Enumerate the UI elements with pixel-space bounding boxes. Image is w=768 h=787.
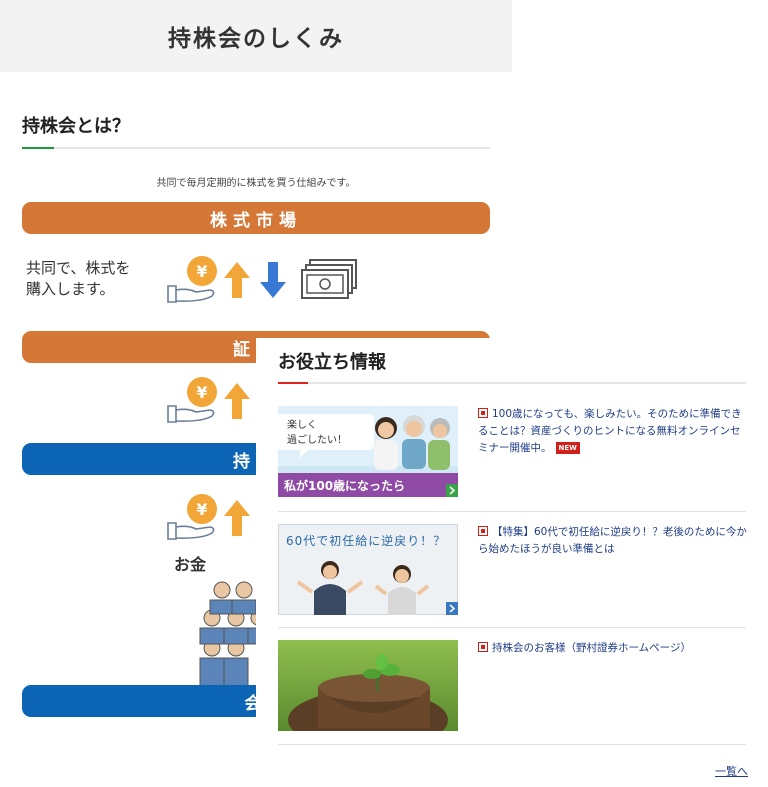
arrow-up-icon — [224, 262, 250, 298]
arrow-down-icon — [260, 262, 286, 298]
seminar-thumbnail[interactable]: 楽しく 過ごしたい！ 私が100歳になったら — [278, 406, 458, 497]
useful-info-divider — [278, 382, 746, 384]
flow-description: 共同で、株式を 購入します。 — [26, 258, 130, 300]
item-divider — [278, 744, 746, 745]
hand-icon — [167, 405, 215, 423]
page-title: 持株会のしくみ — [168, 26, 344, 52]
money-label: お金 — [174, 555, 207, 574]
arrow-up-icon — [224, 500, 250, 536]
thumb-bubble-line2: 過ごしたい！ — [287, 435, 347, 446]
info-link[interactable]: 100歳になっても、楽しみたい。そのために準備できることは？資産づくりのヒントに… — [478, 406, 748, 457]
external-link-icon — [478, 526, 488, 536]
arrow-up-icon — [224, 383, 250, 419]
useful-info-title: お役立ち情報 — [278, 352, 386, 373]
page-header: 持株会のしくみ — [0, 0, 512, 72]
view-all-link[interactable]: 一覧へ — [715, 763, 748, 779]
flow-description-line2: 購入します。 — [26, 280, 115, 298]
info-link-text[interactable]: 100歳になっても、楽しみたい。そのために準備できることは？資産づくりのヒントに… — [478, 408, 742, 454]
new-badge: NEW — [555, 442, 580, 454]
feature-thumbnail[interactable]: 60代で初任給に逆戻り！？ — [278, 524, 458, 615]
info-item[interactable]: 60代で初任給に逆戻り！？ 【特集】60代で初任給に逆戻り！？老後のために今から… — [278, 524, 748, 615]
thumb-caption: 60代で初任給に逆戻り！？ — [286, 534, 447, 548]
flow-description-line1: 共同で、株式を — [26, 259, 131, 277]
info-item[interactable]: 楽しく 過ごしたい！ 私が100歳になったら 100歳になっても、楽しみたい。そ… — [278, 406, 746, 497]
hand-icon — [167, 285, 215, 303]
thumb-bubble-line1: 楽しく — [287, 420, 317, 431]
stock-certificate-icon — [301, 259, 357, 299]
external-link-icon — [478, 408, 488, 418]
external-link-icon — [478, 642, 488, 652]
thumb-banner: 私が100歳になったら — [284, 479, 406, 493]
info-link-text[interactable]: 【特集】60代で初任給に逆戻り！？老後のために今から始めたほうが良い準備とは — [478, 526, 747, 555]
info-link-text[interactable]: 持株会のお客様（野村證券ホームページ） — [492, 642, 691, 654]
hand-icon — [167, 522, 215, 540]
info-link[interactable]: 持株会のお客様（野村證券ホームページ） — [478, 640, 748, 657]
section-intro: 共同で毎月定期的に株式を買う仕組みです。 — [156, 178, 356, 189]
section-title: 持株会とは？ — [22, 116, 130, 137]
stock-market-label: 株式市場 — [210, 210, 302, 231]
item-divider — [278, 627, 746, 628]
info-item[interactable]: 持株会のお客様（野村證券ホームページ） — [278, 640, 746, 731]
useful-info-panel: お役立ち情報 楽しく 過ごしたい！ 私が100歳になったら 100歳になっても、… — [256, 338, 768, 787]
sprout-thumbnail[interactable] — [278, 640, 458, 731]
section-divider — [22, 147, 490, 149]
stock-market-bar: 株式市場 — [22, 202, 490, 234]
item-divider — [278, 511, 746, 512]
info-link[interactable]: 【特集】60代で初任給に逆戻り！？老後のために今から始めたほうが良い準備とは — [478, 524, 748, 558]
